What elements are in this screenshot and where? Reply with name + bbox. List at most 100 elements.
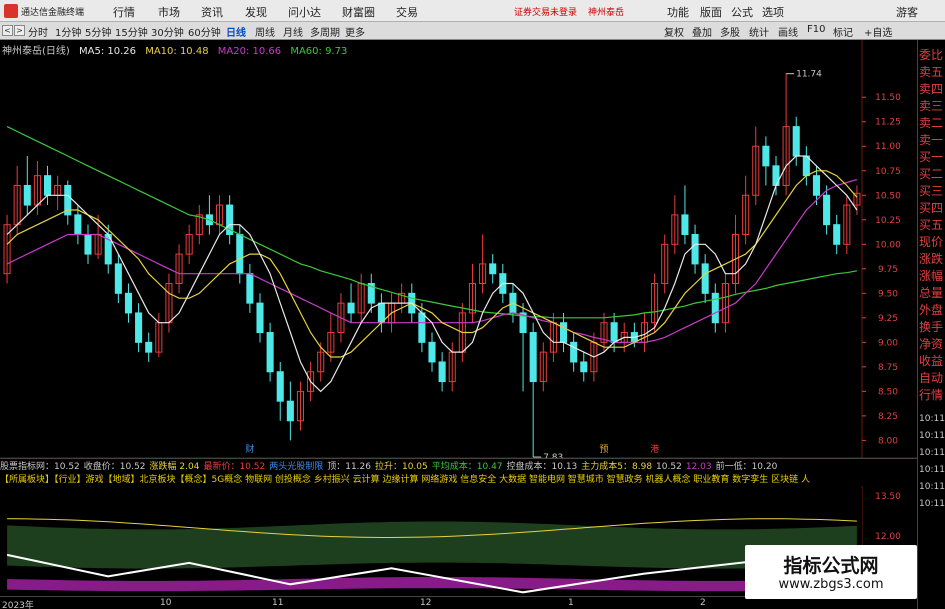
candle-body bbox=[570, 341, 578, 363]
candle-body bbox=[711, 292, 719, 324]
stats-button[interactable]: 统计 bbox=[749, 24, 769, 39]
period-more[interactable]: 更多 bbox=[345, 24, 365, 39]
price-tick-label: 9.75 bbox=[878, 265, 898, 275]
event-marker: 港 bbox=[650, 443, 659, 455]
side-label[interactable]: 买四 bbox=[919, 201, 945, 216]
candle-body bbox=[43, 175, 52, 196]
period-weekly[interactable]: 周线 bbox=[255, 24, 275, 39]
tool-options[interactable]: 选项 bbox=[762, 4, 784, 20]
side-time: 10:11 bbox=[919, 499, 945, 509]
candle-body bbox=[377, 302, 385, 324]
menu-trade[interactable]: 交易 bbox=[396, 4, 418, 20]
side-label[interactable]: 委比 bbox=[919, 48, 945, 63]
side-label[interactable]: 换手 bbox=[919, 320, 945, 335]
event-marker: 财 bbox=[245, 443, 254, 455]
guest-user[interactable]: 游客 bbox=[896, 4, 918, 20]
side-label[interactable]: 卖四 bbox=[919, 82, 945, 97]
login-status: 证券交易未登录 bbox=[514, 8, 578, 18]
side-label[interactable]: 卖二 bbox=[919, 116, 945, 131]
candle-body bbox=[84, 233, 92, 255]
f10-button[interactable]: F10 bbox=[807, 24, 825, 35]
period-intraday[interactable]: 分时 bbox=[28, 24, 48, 39]
date-label: 12 bbox=[420, 598, 432, 608]
add-watchlist-button[interactable]: +自选 bbox=[864, 24, 892, 39]
app-logo-icon bbox=[4, 4, 18, 18]
info-item: 顶：11.26 bbox=[327, 462, 371, 472]
period-multi[interactable]: 多周期 bbox=[310, 24, 340, 39]
menu-discover[interactable]: 发现 bbox=[245, 4, 267, 20]
period-30min[interactable]: 30分钟 bbox=[151, 24, 184, 39]
candle-body bbox=[438, 361, 446, 383]
side-label[interactable]: 现价 bbox=[919, 235, 945, 250]
tool-function[interactable]: 功能 bbox=[667, 4, 689, 20]
side-label[interactable]: 买一 bbox=[919, 150, 945, 165]
side-label[interactable]: 外盘 bbox=[919, 303, 945, 318]
period-15min[interactable]: 15分钟 bbox=[115, 24, 148, 39]
side-label[interactable]: 卖一 bbox=[919, 133, 945, 148]
nav-prev-button[interactable]: < bbox=[2, 25, 13, 36]
side-label[interactable]: 收益 bbox=[919, 354, 945, 369]
overlay-button[interactable]: 叠加 bbox=[692, 24, 712, 39]
multi-stock-button[interactable]: 多股 bbox=[720, 24, 740, 39]
date-label: 11 bbox=[272, 598, 284, 608]
menu-ask[interactable]: 问小达 bbox=[288, 4, 321, 20]
chart-toolbar: < > 分时 1分钟 5分钟 15分钟 30分钟 60分钟 日线 周线 月线 多… bbox=[0, 22, 945, 40]
menu-wealth[interactable]: 财富圈 bbox=[342, 4, 375, 20]
app-title: 通达信金融终端 bbox=[21, 8, 85, 18]
candle-body bbox=[347, 302, 355, 314]
menu-quotes[interactable]: 行情 bbox=[113, 4, 135, 20]
date-label: 2 bbox=[700, 598, 706, 608]
tool-layout[interactable]: 版面 bbox=[700, 4, 722, 20]
candle-body bbox=[762, 145, 770, 167]
candle-body bbox=[489, 263, 497, 275]
side-time: 10:11 bbox=[919, 414, 945, 424]
menu-market[interactable]: 市场 bbox=[158, 4, 180, 20]
period-daily[interactable]: 日线 bbox=[226, 24, 246, 39]
adjust-button[interactable]: 复权 bbox=[664, 24, 684, 39]
price-tick-label: 8.75 bbox=[878, 363, 898, 373]
side-label[interactable]: 涨幅 bbox=[919, 269, 945, 284]
info-item: 主力成本5：8.98 bbox=[581, 462, 653, 472]
menu-bar: 通达信金融终端 行情 市场 资讯 发现 问小达 财富圈 交易 证券交易未登录 神… bbox=[0, 0, 945, 22]
price-tick-label: 9.50 bbox=[878, 289, 898, 299]
watermark-url: www.zbgs3.com bbox=[778, 577, 884, 592]
period-1min[interactable]: 1分钟 bbox=[55, 24, 81, 39]
period-60min[interactable]: 60分钟 bbox=[188, 24, 221, 39]
side-label[interactable]: 净资 bbox=[919, 337, 945, 352]
price-tick-label: 8.25 bbox=[878, 412, 898, 422]
candle-body bbox=[580, 361, 588, 373]
period-monthly[interactable]: 月线 bbox=[283, 24, 303, 39]
side-label[interactable]: 行情 bbox=[919, 388, 945, 403]
ma60-line bbox=[6, 126, 858, 319]
sub-tick-label: 13.50 bbox=[875, 492, 901, 502]
ma-legend: 神州泰岳(日线) MA5: 10.26 MA10: 10.48 MA20: 10… bbox=[2, 42, 882, 57]
info-item: 涨跌幅 2.04 bbox=[149, 462, 200, 472]
date-label: 10 bbox=[160, 598, 172, 608]
candle-body bbox=[681, 214, 689, 235]
draw-button[interactable]: 画线 bbox=[778, 24, 798, 39]
menu-news[interactable]: 资讯 bbox=[201, 4, 223, 20]
kline-chart[interactable]: 11.50 11.25 11.00 10.75 10.50 10.25 10.00 9.75 9… bbox=[0, 40, 917, 596]
side-label[interactable]: 总量 bbox=[919, 286, 945, 301]
candle-body bbox=[236, 233, 244, 275]
price-tick-label: 11.50 bbox=[875, 93, 901, 103]
period-5min[interactable]: 5分钟 bbox=[85, 24, 111, 39]
side-label[interactable]: 买二 bbox=[919, 167, 945, 182]
side-label[interactable]: 涨跌 bbox=[919, 252, 945, 267]
info-item: 股票指标网：10.52 bbox=[0, 462, 80, 472]
side-label[interactable]: 买五 bbox=[919, 218, 945, 233]
candle-body bbox=[256, 302, 264, 334]
candle-body bbox=[418, 312, 426, 343]
side-label[interactable]: 买三 bbox=[919, 184, 945, 199]
candle-body bbox=[802, 155, 810, 177]
side-label[interactable]: 自动 bbox=[919, 371, 945, 386]
info-item: 12.03 bbox=[685, 462, 712, 472]
side-label[interactable]: 卖三 bbox=[919, 99, 945, 114]
price-tick-label: 9.25 bbox=[878, 314, 898, 324]
side-label[interactable]: 卖五 bbox=[919, 65, 945, 80]
candle-body bbox=[691, 233, 699, 265]
tool-formula[interactable]: 公式 bbox=[731, 4, 753, 20]
mark-button[interactable]: 标记 bbox=[833, 24, 853, 39]
nav-next-button[interactable]: > bbox=[14, 25, 25, 36]
concept-sector-bar: 【所属板块】【行业】游戏【地域】北京板块【概念】5G概念 物联网 创投概念 乡村… bbox=[0, 472, 917, 486]
